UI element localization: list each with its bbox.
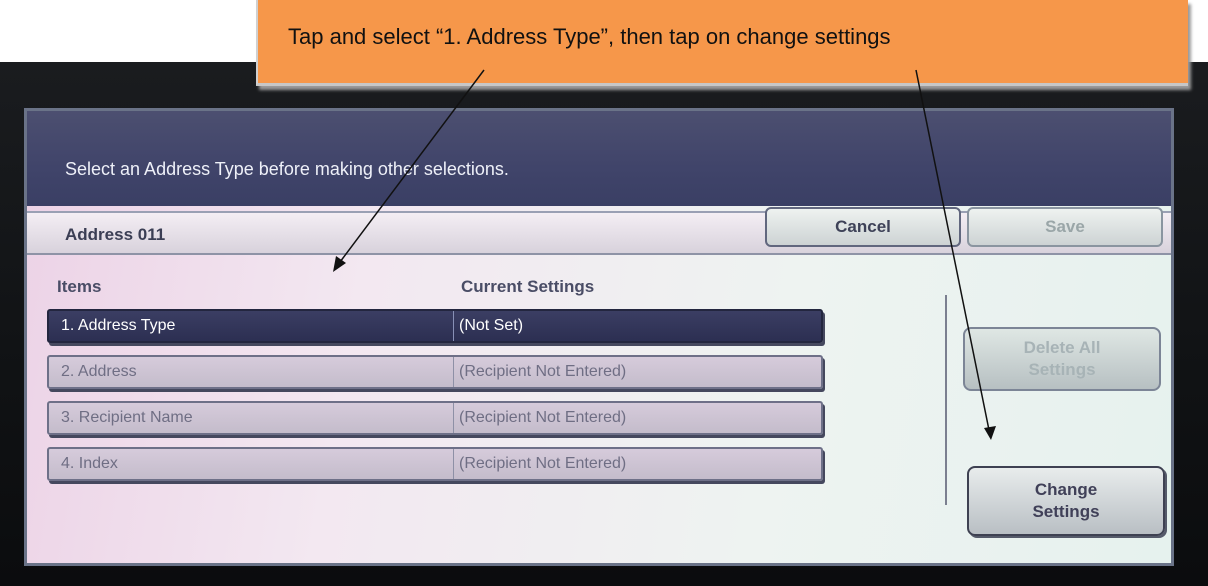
arrow-head-icon [333,256,346,272]
arrow-to-address-type [339,69,485,263]
annotation-arrows [333,69,996,440]
arrow-to-change-settings [915,69,990,431]
arrow-head-icon [984,426,996,440]
